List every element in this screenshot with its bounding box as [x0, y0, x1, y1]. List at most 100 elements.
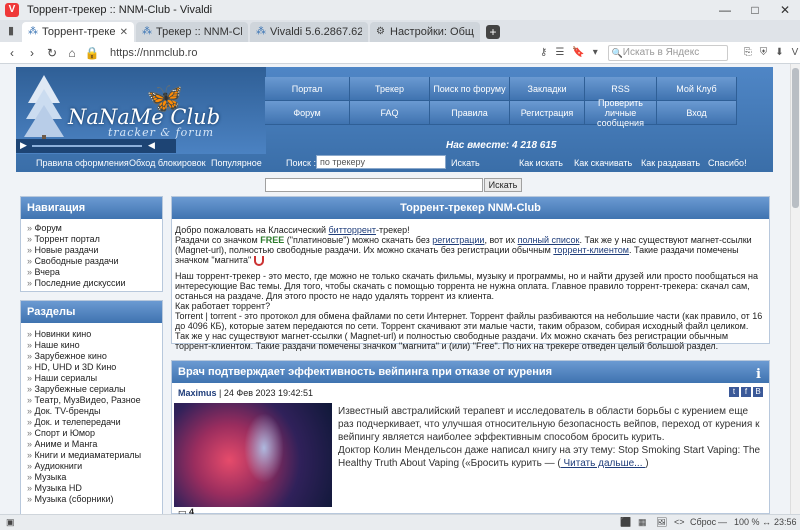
- vivaldi-logo-icon[interactable]: V: [5, 3, 19, 17]
- close-tab-icon[interactable]: ✕: [120, 27, 128, 38]
- tracker-search-button[interactable]: Искать: [451, 158, 480, 168]
- comments-count[interactable]: ▭ 4: [178, 507, 194, 514]
- news-title[interactable]: Врач подтверждает эффективность вейпинга…: [178, 366, 552, 378]
- menu-portal[interactable]: Портал: [265, 77, 350, 101]
- nav-item-new[interactable]: Новые раздачи: [27, 245, 156, 256]
- section-item[interactable]: Аниме и Манга: [27, 439, 156, 450]
- screenshot-icon[interactable]: ⬛: [620, 517, 631, 528]
- tab-nnm-tracker[interactable]: ⁂ Трекер :: NNM-Club: [136, 22, 248, 42]
- page-actions-icon[interactable]: <>: [674, 517, 685, 527]
- info-icon[interactable]: i: [756, 364, 761, 386]
- site-main-menu: Портал Трекер Поиск по форуму Закладки R…: [265, 77, 737, 129]
- panel-toggle-icon[interactable]: ▣: [6, 517, 15, 528]
- section-item[interactable]: Спорт и Юмор: [27, 428, 156, 439]
- tab-settings[interactable]: ⚙ Настройки: Общие: [370, 22, 480, 42]
- menu-tracker[interactable]: Трекер: [350, 77, 430, 101]
- page-scrollbar[interactable]: [790, 64, 800, 514]
- tab-nnm-portal[interactable]: ⁂ Торрент-трекер :: NNM-C ✕: [22, 22, 134, 42]
- site-search-input[interactable]: [265, 178, 483, 192]
- minimize-button[interactable]: —: [710, 0, 740, 20]
- vk-icon[interactable]: B: [753, 387, 763, 397]
- nav-item-yesterday[interactable]: Вчера: [27, 267, 156, 278]
- volume-icon[interactable]: ◀: [148, 140, 155, 151]
- dropdown-icon[interactable]: ▾: [593, 47, 598, 58]
- section-item[interactable]: Аудиокниги: [27, 461, 156, 472]
- navigation-title: Навигация: [21, 197, 162, 219]
- key-icon[interactable]: ⚷: [540, 47, 547, 58]
- vivaldi-menu-icon[interactable]: V: [792, 47, 799, 58]
- url-field[interactable]: https://nnmclub.ro: [110, 47, 390, 59]
- zoom-level[interactable]: 100 %: [734, 517, 760, 527]
- section-item[interactable]: Театр, МузВидео, Разное: [27, 395, 156, 406]
- section-item[interactable]: Наше кино: [27, 340, 156, 351]
- menu-faq[interactable]: FAQ: [350, 101, 430, 125]
- section-item[interactable]: Новинки кино: [27, 329, 156, 340]
- site-search-button[interactable]: Искать: [484, 178, 522, 192]
- tracker-search-input[interactable]: по трекеру: [316, 155, 446, 169]
- download-icon[interactable]: ⬇: [775, 47, 783, 58]
- back-icon[interactable]: ‹: [4, 46, 20, 60]
- section-item[interactable]: Книги и медиаматериалы: [27, 450, 156, 461]
- menu-registration[interactable]: Регистрация: [510, 101, 585, 125]
- section-item[interactable]: Музыка: [27, 472, 156, 483]
- images-icon[interactable]: 🖼: [656, 517, 667, 528]
- section-item[interactable]: Зарубежные сериалы: [27, 384, 156, 395]
- section-item[interactable]: Зарубежное кино: [27, 351, 156, 362]
- tab-bar-panel-toggle[interactable]: ▮: [0, 20, 22, 42]
- section-item[interactable]: Музыка (сборники): [27, 494, 156, 505]
- link-how-to-seed[interactable]: Как раздавать: [641, 158, 700, 168]
- section-item[interactable]: Музыка HD: [27, 483, 156, 494]
- zoom-slider[interactable]: —: [718, 517, 727, 527]
- play-icon[interactable]: ▶: [20, 140, 27, 151]
- bookmark-icon[interactable]: 🔖: [572, 47, 584, 58]
- link-formatting-rules[interactable]: Правила оформления: [36, 158, 129, 168]
- nav-item-discussions[interactable]: Последние дискуссии: [27, 278, 156, 289]
- menu-private-messages[interactable]: Проверить личные сообщения: [585, 98, 657, 128]
- tab-vivaldi-update[interactable]: ⁂ Vivaldi 5.6.2867.62 + Авто-: [250, 22, 368, 42]
- full-list-link[interactable]: полный список: [518, 235, 580, 245]
- facebook-icon[interactable]: f: [741, 387, 751, 397]
- scrollbar-thumb[interactable]: [792, 68, 799, 208]
- link-bypass-blocks[interactable]: Обход блокировок: [129, 158, 206, 168]
- menu-my-club[interactable]: Мой Клуб: [657, 77, 737, 101]
- home-icon[interactable]: ⌂: [64, 46, 80, 60]
- shield-icon[interactable]: ⛨: [760, 47, 768, 58]
- section-item[interactable]: Наши сериалы: [27, 373, 156, 384]
- torrent-client-link[interactable]: торрент-клиентом: [553, 245, 629, 255]
- extension-icon[interactable]: ⎘: [744, 47, 752, 58]
- reload-icon[interactable]: ↻: [44, 46, 60, 60]
- read-more-link[interactable]: Читать дальше...: [561, 458, 646, 469]
- menu-forum-search[interactable]: Поиск по форуму: [430, 77, 510, 101]
- link-how-to-download[interactable]: Как скачивать: [574, 158, 632, 168]
- nav-item-free[interactable]: Свободные раздачи: [27, 256, 156, 267]
- section-item[interactable]: Док. TV-бренды: [27, 406, 156, 417]
- tiling-icon[interactable]: ▦: [638, 517, 647, 528]
- maximize-button[interactable]: □: [740, 0, 770, 20]
- link-popular[interactable]: Популярное: [211, 158, 262, 168]
- registration-link[interactable]: регистрации: [432, 235, 484, 245]
- reader-icon[interactable]: ☰: [555, 47, 564, 58]
- link-how-to-search[interactable]: Как искать: [519, 158, 563, 168]
- menu-rules[interactable]: Правила: [430, 101, 510, 125]
- news-author[interactable]: Maximus: [178, 388, 217, 398]
- menu-bookmarks[interactable]: Закладки: [510, 77, 585, 101]
- radio-player[interactable]: ▶ ◀: [16, 139, 176, 153]
- player-progress[interactable]: [32, 145, 142, 147]
- sync-icon[interactable]: ↔: [762, 517, 771, 527]
- nav-item-torrent-portal[interactable]: Торрент портал: [27, 234, 156, 245]
- site-logo[interactable]: 🦋 NaNaMe Club tracker & forum ▶ ◀: [16, 67, 266, 154]
- menu-forum[interactable]: Форум: [265, 101, 350, 125]
- zoom-reset-button[interactable]: Сброс: [690, 517, 716, 527]
- section-item[interactable]: HD, UHD и 3D Кино: [27, 362, 156, 373]
- forward-icon[interactable]: ›: [24, 46, 40, 60]
- close-window-button[interactable]: ✕: [770, 0, 800, 20]
- section-item[interactable]: Док. и телепередачи: [27, 417, 156, 428]
- link-thanks[interactable]: Спасибо!: [708, 158, 747, 168]
- bittorrent-link[interactable]: битторрент: [329, 225, 376, 235]
- menu-login[interactable]: Вход: [657, 101, 737, 125]
- new-tab-button[interactable]: +: [486, 25, 500, 39]
- twitter-icon[interactable]: t: [729, 387, 739, 397]
- search-engine-input[interactable]: 🔍 Искать в Яндекс: [607, 44, 728, 61]
- nav-item-forum[interactable]: Форум: [27, 223, 156, 234]
- lock-icon[interactable]: 🔒: [84, 46, 100, 60]
